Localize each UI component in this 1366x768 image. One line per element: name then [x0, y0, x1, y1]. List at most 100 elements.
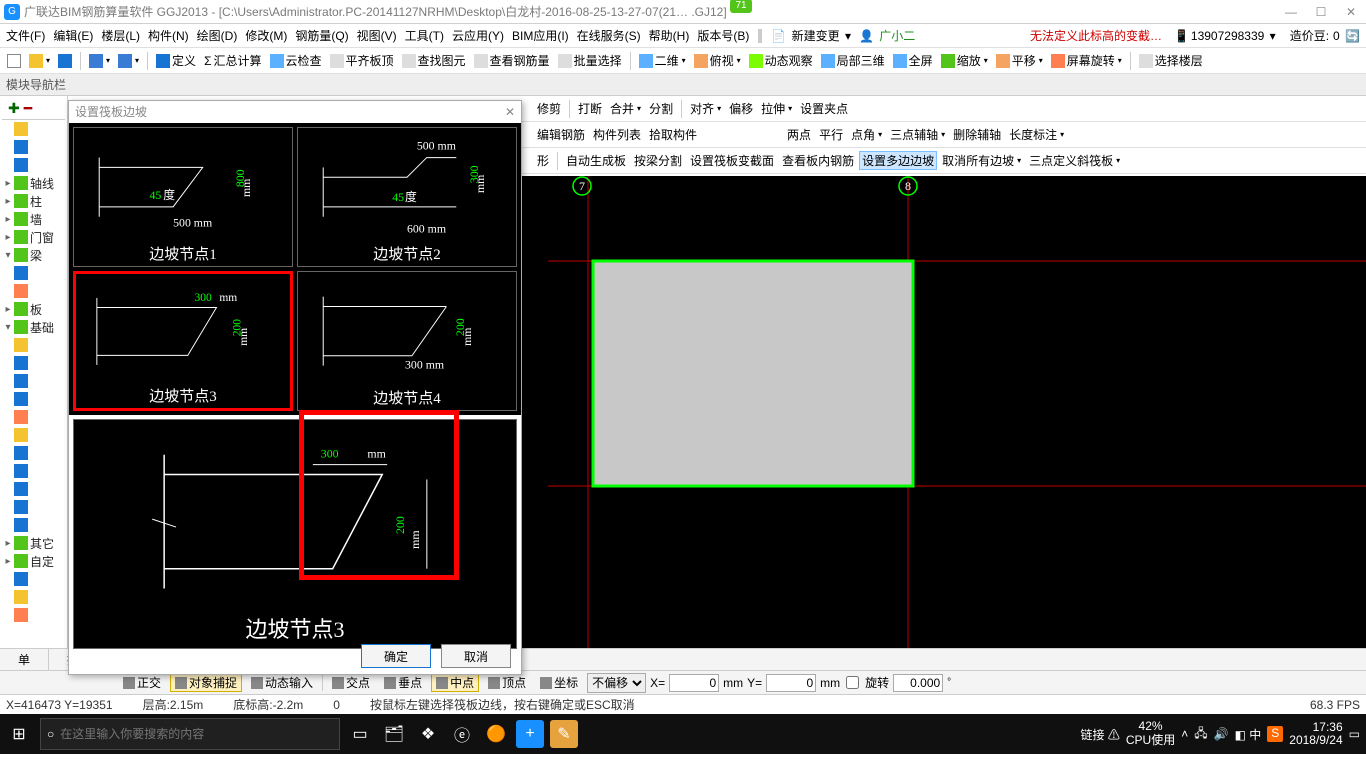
rotate-checkbox[interactable] — [846, 676, 859, 689]
menu-view[interactable]: 视图(V) — [355, 27, 399, 44]
start-button[interactable]: ⊞ — [4, 719, 34, 749]
pan-button[interactable]: 平移 — [993, 52, 1046, 69]
explorer-icon[interactable]: 🗂 — [380, 720, 408, 748]
tree-item[interactable] — [2, 120, 65, 138]
tree-axis[interactable]: ▸轴线 — [2, 174, 65, 192]
menu-cloud[interactable]: 云应用(Y) — [450, 27, 506, 44]
taskview-icon[interactable]: ▭ — [346, 720, 374, 748]
stretch-button[interactable]: 拉伸 — [758, 100, 795, 117]
tree-item[interactable] — [2, 444, 65, 462]
tree-foundation[interactable]: ▾基础 — [2, 318, 65, 336]
tree-other[interactable]: ▸其它 — [2, 534, 65, 552]
cpu-meter[interactable]: 42%CPU使用 — [1126, 720, 1175, 748]
tab-single[interactable]: 单 — [0, 649, 49, 670]
tree-item[interactable] — [2, 264, 65, 282]
fullscreen-button[interactable]: 全屏 — [890, 52, 936, 69]
three-point-aux-button[interactable]: 三点辅轴 — [887, 126, 948, 143]
menu-edit[interactable]: 编辑(E) — [51, 27, 95, 44]
menu-floor[interactable]: 楼层(L) — [99, 27, 142, 44]
edit-rebar-button[interactable]: 编辑钢筋 — [534, 126, 588, 143]
app-icon[interactable]: ✎ — [550, 720, 578, 748]
app-icon[interactable]: 🟠 — [482, 720, 510, 748]
split-by-beam-button[interactable]: 按梁分割 — [631, 152, 685, 169]
set-grip-button[interactable]: 设置夹点 — [797, 100, 851, 117]
flat-top-button[interactable]: 平齐板顶 — [327, 52, 397, 69]
tree-item[interactable] — [2, 282, 65, 300]
pick-floor-button[interactable]: 选择楼层 — [1136, 52, 1206, 69]
taskbar-search[interactable]: ○ — [40, 718, 340, 750]
coin-balance[interactable]: 造价豆:0 🔄 — [1286, 27, 1362, 44]
dyninput-toggle[interactable]: 动态输入 — [246, 673, 318, 692]
tree-slab[interactable]: ▸板 — [2, 300, 65, 318]
view-slab-rebar-button[interactable]: 查看板内钢筋 — [779, 152, 857, 169]
shape-button[interactable]: 形 — [534, 152, 552, 169]
tray-network-icon[interactable]: 🖧 — [1194, 724, 1207, 745]
tree-item[interactable] — [2, 138, 65, 156]
menu-online[interactable]: 在线服务(S) — [575, 27, 643, 44]
menu-tool[interactable]: 工具(T) — [403, 27, 446, 44]
menu-file[interactable]: 文件(F) — [4, 27, 47, 44]
user-indicator[interactable]: 👤 广小二 — [857, 27, 919, 44]
snap-coord[interactable]: 坐标 — [535, 673, 583, 692]
menu-help[interactable]: 帮助(H) — [647, 27, 692, 44]
tree-item[interactable] — [2, 354, 65, 372]
dialog-close-button[interactable]: ✕ — [505, 101, 515, 123]
length-dim-button[interactable]: 长度标注 — [1006, 126, 1067, 143]
app-icon[interactable]: ❖ — [414, 720, 442, 748]
tray-ime-icon[interactable]: ◧ 中 — [1235, 726, 1262, 743]
rotate-button[interactable]: 屏幕旋转 — [1048, 52, 1125, 69]
minimize-button[interactable]: — — [1276, 1, 1306, 23]
component-list-button[interactable]: 构件列表 — [590, 126, 644, 143]
menu-modify[interactable]: 修改(M) — [243, 27, 289, 44]
tree-item[interactable] — [2, 336, 65, 354]
search-input[interactable] — [60, 727, 333, 741]
navigation-tree[interactable]: ✚━ ▸轴线 ▸柱 ▸墙 ▸门窗 ▾梁 ▸板 ▾基础 ▸其它 ▸自定 — [0, 96, 68, 648]
remove-node-icon[interactable]: ━ — [24, 100, 32, 117]
snap-intersection[interactable]: 交点 — [327, 673, 375, 692]
tree-item[interactable] — [2, 408, 65, 426]
calculate-button[interactable]: Σ 汇总计算 — [201, 52, 264, 69]
tree-item[interactable] — [2, 372, 65, 390]
tree-item[interactable] — [2, 498, 65, 516]
tree-item[interactable] — [2, 570, 65, 588]
slope-option-4[interactable]: 300 mm 200 mm 边坡节点4 — [297, 271, 517, 411]
tree-column[interactable]: ▸柱 — [2, 192, 65, 210]
redo-button[interactable] — [115, 54, 142, 68]
menu-rebar[interactable]: 钢筋量(Q) — [293, 27, 350, 44]
delete-aux-button[interactable]: 删除辅轴 — [950, 126, 1004, 143]
slope-option-2[interactable]: 45度 500 mm 600 mm 300 mm 边坡节点2 — [297, 127, 517, 267]
ortho-toggle[interactable]: 正交 — [118, 673, 166, 692]
save-file-button[interactable] — [55, 54, 75, 68]
dialog-ok-button[interactable]: 确定 — [361, 644, 431, 668]
close-button[interactable]: ✕ — [1336, 1, 1366, 23]
tree-item[interactable] — [2, 516, 65, 534]
link-status[interactable]: 链接 ⚠ — [1081, 726, 1120, 743]
align-button[interactable]: 对齐 — [687, 100, 724, 117]
phone-number[interactable]: 📱13907298339 ▾ — [1172, 29, 1278, 43]
merge-button[interactable]: 合并 — [607, 100, 644, 117]
undo-button[interactable] — [86, 54, 113, 68]
rotate-input[interactable] — [893, 674, 943, 692]
tree-item[interactable] — [2, 426, 65, 444]
menu-draw[interactable]: 绘图(D) — [195, 27, 240, 44]
tree-beam[interactable]: ▾梁 — [2, 246, 65, 264]
top-view-button[interactable]: 俯视 — [691, 52, 744, 69]
tree-item[interactable] — [2, 390, 65, 408]
parallel-button[interactable]: 平行 — [816, 126, 846, 143]
osnap-toggle[interactable]: 对象捕捉 — [170, 673, 242, 692]
tree-item[interactable] — [2, 588, 65, 606]
find-element-button[interactable]: 查找图元 — [399, 52, 469, 69]
y-input[interactable] — [766, 674, 816, 692]
open-file-button[interactable] — [26, 54, 53, 68]
tray-volume-icon[interactable]: 🔊 — [1214, 727, 1229, 741]
snap-midpoint[interactable]: 中点 — [431, 673, 479, 692]
slope-option-1[interactable]: 45度 500 mm 800 mm 边坡节点1 — [73, 127, 293, 267]
tree-wall[interactable]: ▸墙 — [2, 210, 65, 228]
trim-button[interactable]: 修剪 — [534, 100, 564, 117]
tree-item[interactable] — [2, 462, 65, 480]
dynamic-view-button[interactable]: 动态观察 — [746, 52, 816, 69]
auto-gen-slab-button[interactable]: 自动生成板 — [563, 152, 629, 169]
three-point-raft-button[interactable]: 三点定义斜筏板 — [1026, 152, 1123, 169]
ggj-app-icon[interactable]: + — [516, 720, 544, 748]
snap-perpendicular[interactable]: 垂点 — [379, 673, 427, 692]
